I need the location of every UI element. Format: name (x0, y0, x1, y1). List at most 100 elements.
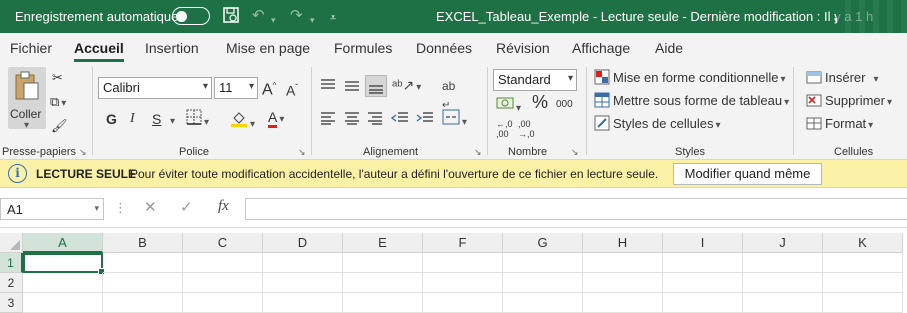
column-header-b[interactable]: B (103, 233, 183, 253)
cut-icon[interactable]: ✂ (52, 69, 63, 87)
formula-input[interactable] (245, 198, 907, 220)
insert-function-button[interactable]: fx (218, 198, 229, 215)
cell-i1[interactable] (663, 253, 743, 273)
column-header-f[interactable]: F (423, 233, 503, 253)
cell-j3[interactable] (743, 293, 823, 313)
cell-g1[interactable] (503, 253, 583, 273)
orientation-icon[interactable]: ᵃᵇ↗ ▾ (392, 76, 421, 97)
column-header-j[interactable]: J (743, 233, 823, 253)
column-header-h[interactable]: H (583, 233, 663, 253)
tab-mise-en-page[interactable]: Mise en page (226, 40, 310, 56)
cell-b3[interactable] (103, 293, 183, 313)
cell-k3[interactable] (823, 293, 903, 313)
grow-font-button[interactable]: A^ (262, 77, 276, 99)
autosave-toggle[interactable] (172, 7, 210, 25)
tab-fichier[interactable]: Fichier (10, 40, 52, 56)
alignment-launcher-icon[interactable]: ↘ (474, 147, 482, 158)
cell-c2[interactable] (183, 273, 263, 293)
align-middle-icon[interactable] (344, 77, 360, 98)
cell-h3[interactable] (583, 293, 663, 313)
cell-b2[interactable] (103, 273, 183, 293)
shrink-font-button[interactable]: Aˇ (286, 79, 298, 100)
number-launcher-icon[interactable]: ↘ (571, 147, 579, 158)
cell-f2[interactable] (423, 273, 503, 293)
tab-formules[interactable]: Formules (334, 40, 392, 56)
cell-g2[interactable] (503, 273, 583, 293)
row-header-2[interactable]: 2 (0, 273, 23, 293)
underline-dropdown-icon[interactable]: ▾ (170, 113, 175, 131)
borders-icon[interactable]: ▾ (186, 109, 209, 132)
select-all-button[interactable] (0, 233, 23, 253)
percent-button[interactable]: % (532, 93, 548, 111)
column-header-i[interactable]: I (663, 233, 743, 253)
merge-center-icon[interactable]: ▾ (442, 109, 467, 132)
redo-dropdown-icon[interactable]: ▾ (310, 10, 315, 30)
increase-decimal-button[interactable]: ←,0 ,00 (496, 119, 516, 139)
cell-h2[interactable] (583, 273, 663, 293)
cell-d1[interactable] (263, 253, 343, 273)
cell-e2[interactable] (343, 273, 423, 293)
undo-dropdown-icon[interactable]: ▾ (271, 10, 276, 30)
customize-quick-access-icon[interactable]: ⩡ (330, 8, 336, 28)
increase-indent-icon[interactable] (416, 111, 434, 130)
enter-icon[interactable]: ✓ (180, 198, 193, 216)
align-center-icon[interactable] (344, 111, 360, 130)
insert-cells-button[interactable]: Insérer ▾ (806, 69, 879, 89)
fill-color-icon[interactable]: ▾ (230, 109, 255, 134)
decrease-indent-icon[interactable] (390, 111, 409, 130)
cell-a3[interactable] (23, 293, 103, 313)
cell-e3[interactable] (343, 293, 423, 313)
underline-button[interactable]: S (152, 110, 161, 128)
cell-a1[interactable] (23, 253, 105, 275)
font-size-select[interactable]: 11 ▾ (214, 77, 258, 99)
cell-j1[interactable] (743, 253, 823, 273)
cancel-icon[interactable]: ✕ (144, 198, 157, 216)
align-right-icon[interactable] (367, 111, 383, 130)
cell-j2[interactable] (743, 273, 823, 293)
cell-b1[interactable] (103, 253, 183, 273)
row-header-1[interactable]: 1 (0, 253, 23, 273)
thousands-button[interactable]: 000 (556, 96, 573, 114)
column-header-g[interactable]: G (503, 233, 583, 253)
paste-dropdown-icon[interactable]: ▾ (24, 117, 29, 135)
cell-f1[interactable] (423, 253, 503, 273)
align-bottom-icon[interactable] (365, 75, 387, 97)
format-cells-button[interactable]: Format ▾ (806, 115, 873, 135)
cell-k1[interactable] (823, 253, 903, 273)
column-header-d[interactable]: D (263, 233, 343, 253)
row-header-3[interactable]: 3 (0, 293, 23, 313)
more-icon[interactable]: ⋮ (114, 200, 127, 216)
align-left-icon[interactable] (320, 111, 336, 130)
tab-insertion[interactable]: Insertion (145, 40, 199, 56)
name-box[interactable]: A1 ▾ (0, 198, 104, 220)
number-format-select[interactable]: Standard ▾ (493, 69, 577, 91)
cell-i2[interactable] (663, 273, 743, 293)
cell-f3[interactable] (423, 293, 503, 313)
cell-i3[interactable] (663, 293, 743, 313)
column-header-e[interactable]: E (343, 233, 423, 253)
align-top-icon[interactable] (320, 77, 336, 98)
cell-h1[interactable] (583, 253, 663, 273)
font-name-select[interactable]: Calibri ▾ (98, 77, 212, 99)
cell-e1[interactable] (343, 253, 423, 273)
currency-icon[interactable]: ▾ (496, 95, 521, 118)
edit-anyway-button[interactable]: Modifier quand même (673, 163, 822, 185)
save-icon[interactable] (222, 6, 240, 30)
format-painter-icon[interactable]: 🖌 (51, 117, 68, 135)
tab-accueil[interactable]: Accueil (74, 40, 124, 62)
cell-k2[interactable] (823, 273, 903, 293)
cell-c3[interactable] (183, 293, 263, 313)
tab-revision[interactable]: Révision (496, 40, 550, 56)
cell-d2[interactable] (263, 273, 343, 293)
cell-a2[interactable] (23, 273, 103, 293)
conditional-formatting-button[interactable]: Mise en forme conditionnelle ▾ (594, 69, 786, 89)
format-as-table-button[interactable]: Mettre sous forme de tableau ▾ (594, 92, 789, 112)
column-header-k[interactable]: K (823, 233, 903, 253)
decrease-decimal-button[interactable]: ,00 →,0 (518, 119, 538, 139)
cell-c1[interactable] (183, 253, 263, 273)
tab-aide[interactable]: Aide (655, 40, 683, 56)
cell-d3[interactable] (263, 293, 343, 313)
font-launcher-icon[interactable]: ↘ (298, 147, 306, 158)
paste-button[interactable]: Coller ▾ (8, 67, 46, 131)
tab-affichage[interactable]: Affichage (572, 40, 630, 56)
